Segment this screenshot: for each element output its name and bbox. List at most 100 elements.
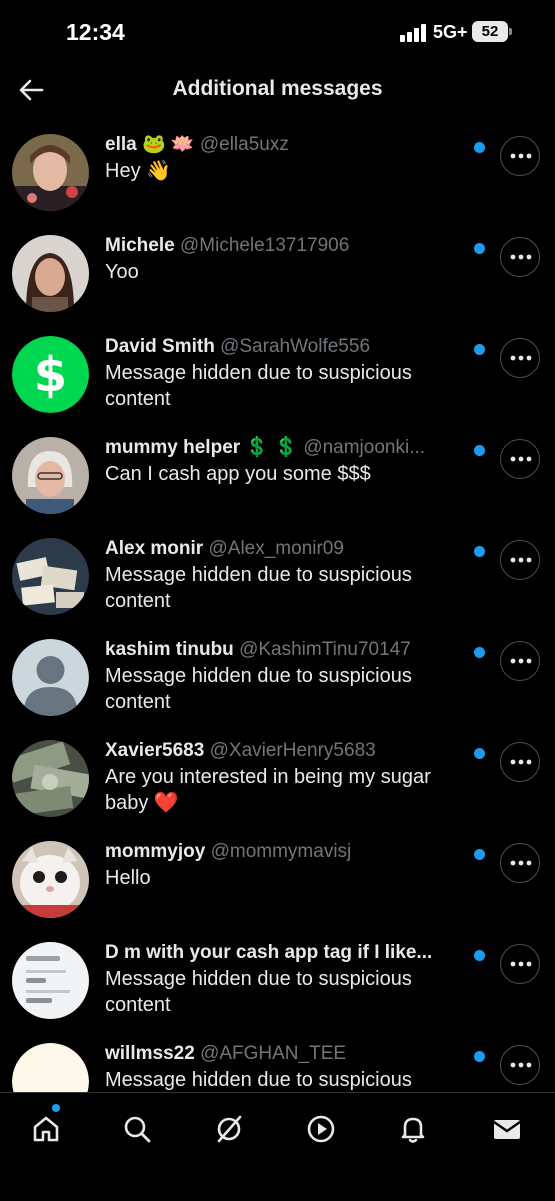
- home-icon: [33, 1116, 59, 1142]
- battery-icon: 52: [472, 21, 508, 42]
- tab-home[interactable]: [26, 1109, 66, 1149]
- list-item[interactable]: Michele @Michele13717906 Yoo: [0, 221, 555, 322]
- more-icon: [510, 961, 532, 967]
- list-item[interactable]: Alex monir @Alex_monir09 Message hidden …: [0, 524, 555, 625]
- list-item[interactable]: mommyjoy @mommymavisj Hello: [0, 827, 555, 928]
- unread-dot: [474, 748, 485, 759]
- unread-dot: [474, 142, 485, 153]
- sender-name: willmss22: [105, 1043, 195, 1064]
- message-preview: Yoo: [105, 261, 139, 283]
- sender-name: Alex monir: [105, 538, 204, 559]
- sender-name: ella 🐸 🪷: [105, 134, 195, 155]
- bottom-tab-bar: [0, 1092, 555, 1201]
- more-icon: [510, 759, 532, 765]
- message-preview: Hey 👋: [105, 160, 172, 182]
- cash-app-logo: $: [12, 336, 89, 413]
- sender-handle: @namjoonki...: [303, 437, 426, 458]
- tab-grok[interactable]: [209, 1109, 249, 1149]
- avatar[interactable]: [12, 134, 89, 211]
- list-item[interactable]: D m with your cash app tag if I like... …: [0, 928, 555, 1029]
- more-icon: [510, 860, 532, 866]
- sender-name: kashim tinubu: [105, 639, 234, 660]
- avatar[interactable]: $: [12, 336, 89, 413]
- message-preview: Message hidden due to suspicious content: [105, 362, 412, 410]
- signal-icon: [400, 24, 428, 42]
- unread-dot: [474, 950, 485, 961]
- message-preview: Message hidden due to suspicious: [105, 1069, 412, 1091]
- tab-notifications[interactable]: [393, 1109, 433, 1149]
- avatar[interactable]: [12, 639, 89, 716]
- message-preview: Message hidden due to suspicious content: [105, 968, 412, 1016]
- message-preview: Message hidden due to suspicious content: [105, 564, 412, 612]
- unread-dot: [474, 849, 485, 860]
- list-item[interactable]: ella 🐸 🪷 @ella5uxz Hey 👋: [0, 120, 555, 221]
- more-options-button[interactable]: [500, 237, 540, 277]
- more-options-button[interactable]: [500, 1045, 540, 1085]
- battery-tip: [509, 28, 512, 35]
- sender-name: Michele: [105, 235, 175, 256]
- more-options-button[interactable]: [500, 843, 540, 883]
- unread-dot: [474, 546, 485, 557]
- search-icon: [124, 1116, 151, 1143]
- list-item[interactable]: Xavier5683 @XavierHenry5683 Are you inte…: [0, 726, 555, 827]
- status-time: 12:34: [66, 19, 125, 45]
- more-options-button[interactable]: [500, 338, 540, 378]
- tab-video[interactable]: [301, 1109, 341, 1149]
- more-icon: [510, 153, 532, 159]
- header: Additional messages: [0, 62, 555, 118]
- tab-search[interactable]: [117, 1109, 157, 1149]
- avatar[interactable]: [12, 841, 89, 918]
- message-preview: Hello: [105, 867, 151, 889]
- page-title: Additional messages: [172, 77, 383, 100]
- sender-name: David Smith: [105, 336, 215, 357]
- messages-icon: [493, 1120, 521, 1139]
- unread-dot: [474, 647, 485, 658]
- message-request-list[interactable]: ella 🐸 🪷 @ella5uxz Hey 👋 Michele @Michel…: [0, 120, 555, 1092]
- avatar[interactable]: [12, 538, 89, 615]
- home-unread-dot: [52, 1104, 60, 1112]
- list-item[interactable]: $ David Smith @SarahWolfe556 Message hid…: [0, 322, 555, 423]
- more-icon: [510, 254, 532, 260]
- sender-handle: @mommymavisj: [210, 841, 352, 862]
- unread-dot: [474, 243, 485, 254]
- sender-name: D m with your cash app tag if I like...: [105, 942, 433, 963]
- sender-handle: @KashimTinu70147: [239, 639, 411, 660]
- more-icon: [510, 1062, 532, 1068]
- avatar[interactable]: [12, 1043, 89, 1092]
- unread-dot: [474, 1051, 485, 1062]
- sender-name: mommyjoy: [105, 841, 206, 862]
- more-icon: [510, 557, 532, 563]
- message-preview: Message hidden due to suspicious content: [105, 665, 412, 713]
- avatar[interactable]: [12, 437, 89, 514]
- network-label: 5G+: [433, 22, 468, 42]
- avatar[interactable]: [12, 235, 89, 312]
- list-item[interactable]: willmss22 @AFGHAN_TEE Message hidden due…: [0, 1029, 555, 1092]
- notifications-icon: [401, 1117, 425, 1143]
- more-icon: [510, 658, 532, 664]
- list-item[interactable]: kashim tinubu @KashimTinu70147 Message h…: [0, 625, 555, 726]
- sender-handle: @SarahWolfe556: [220, 336, 371, 357]
- sender-handle: @Alex_monir09: [208, 538, 344, 559]
- sender-handle: @Michele13717906: [179, 235, 350, 256]
- grok-icon: [217, 1115, 242, 1143]
- sender-name: Xavier5683: [105, 740, 205, 761]
- more-options-button[interactable]: [500, 540, 540, 580]
- sender-name: mummy helper 💲 💲: [105, 437, 299, 458]
- unread-dot: [474, 344, 485, 355]
- avatar[interactable]: [12, 740, 89, 817]
- sender-handle: @AFGHAN_TEE: [200, 1043, 347, 1064]
- default-avatar-icon: [12, 639, 89, 716]
- status-bar: 12:34 5G+ 52: [0, 0, 555, 62]
- sender-handle: @ella5uxz: [199, 134, 289, 155]
- play-icon: [307, 1115, 335, 1143]
- more-icon: [510, 355, 532, 361]
- more-options-button[interactable]: [500, 641, 540, 681]
- more-options-button[interactable]: [500, 136, 540, 176]
- more-options-button[interactable]: [500, 439, 540, 479]
- more-options-button[interactable]: [500, 944, 540, 984]
- tab-messages[interactable]: [487, 1109, 527, 1149]
- more-icon: [510, 456, 532, 462]
- avatar[interactable]: [12, 942, 89, 1019]
- list-item[interactable]: mummy helper 💲 💲 @namjoonki... Can I cas…: [0, 423, 555, 524]
- more-options-button[interactable]: [500, 742, 540, 782]
